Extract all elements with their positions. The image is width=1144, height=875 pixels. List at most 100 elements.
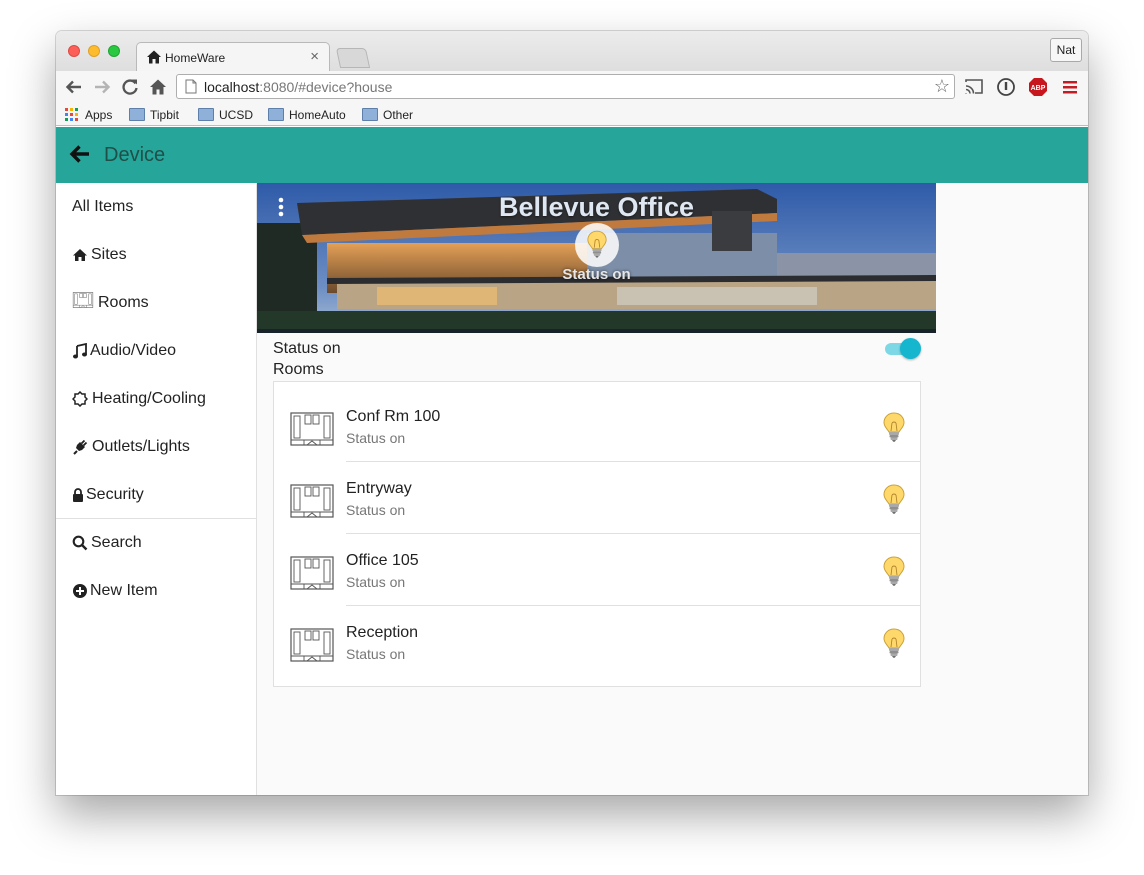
- browser-window: HomeWare × Nat localhost:8080/#device?ho…: [56, 31, 1088, 795]
- browser-title-bar: HomeWare × Nat: [56, 31, 1088, 72]
- tab-close-icon[interactable]: ×: [310, 48, 319, 65]
- light-bulb-icon: [586, 230, 608, 258]
- address-bar[interactable]: localhost:8080/#device?house ☆: [176, 74, 955, 99]
- hero-status: Status on: [562, 266, 631, 283]
- sidebar-item-heating-cooling[interactable]: Heating/Cooling: [56, 375, 256, 423]
- adblock-plus-icon[interactable]: ABP: [1028, 77, 1048, 97]
- sidebar: All Items Sites Rooms Audio/Video Heatin…: [56, 183, 257, 795]
- light-bulb-icon[interactable]: [882, 628, 906, 658]
- sidebar-item-label: Security: [86, 486, 144, 503]
- browser-tab[interactable]: HomeWare ×: [136, 42, 330, 72]
- hero-bulb-button[interactable]: [575, 223, 619, 267]
- search-icon: [72, 535, 88, 551]
- music-note-icon: [73, 343, 87, 359]
- sidebar-item-audio-video[interactable]: Audio/Video: [56, 327, 256, 375]
- floorplan-icon: [290, 556, 334, 590]
- list-item[interactable]: Entryway Status on: [274, 454, 920, 526]
- sidebar-item-label: Rooms: [98, 294, 149, 311]
- bookmark-star-icon[interactable]: ☆: [934, 76, 950, 97]
- toggle-thumb: [900, 338, 921, 359]
- folder-icon: [198, 108, 214, 121]
- light-bulb-icon[interactable]: [882, 412, 906, 442]
- list-item[interactable]: Conf Rm 100 Status on: [274, 382, 920, 454]
- plug-icon: [73, 439, 88, 455]
- bookmark-label: Apps: [85, 108, 113, 122]
- room-status: Status on: [346, 502, 406, 518]
- forward-arrow-icon[interactable]: [92, 77, 112, 97]
- room-name: Office 105: [346, 552, 419, 569]
- room-name: Entryway: [346, 480, 412, 497]
- minimize-window-button[interactable]: [88, 45, 100, 57]
- list-item[interactable]: Office 105 Status on: [274, 526, 920, 598]
- list-item[interactable]: Reception Status on: [274, 598, 920, 670]
- maximize-window-button[interactable]: [108, 45, 120, 57]
- floorplan-icon: [72, 292, 94, 308]
- back-arrow-icon[interactable]: [64, 77, 84, 97]
- sidebar-item-outlets-lights[interactable]: Outlets/Lights: [56, 423, 256, 471]
- folder-icon: [268, 108, 284, 121]
- menu-icon[interactable]: [1060, 77, 1080, 97]
- room-status: Status on: [346, 430, 406, 446]
- sidebar-item-all-items[interactable]: All Items: [56, 183, 256, 231]
- back-arrow-icon[interactable]: [68, 142, 92, 166]
- home-button-icon[interactable]: [148, 77, 168, 97]
- plus-circle-icon: [73, 584, 87, 598]
- sidebar-item-label: All Items: [72, 198, 134, 215]
- thermostat-icon: [72, 391, 88, 407]
- new-tab-button[interactable]: [335, 48, 371, 68]
- bookmark-label: HomeAuto: [289, 108, 346, 122]
- page-icon: [185, 79, 197, 94]
- sidebar-item-label: New Item: [90, 582, 158, 599]
- hero-image: Bellevue Office Status on: [257, 183, 936, 333]
- bookmark-label: Tipbit: [150, 108, 179, 122]
- url-text: localhost:8080/#device?house: [204, 79, 393, 95]
- room-status: Status on: [346, 646, 406, 662]
- apps-grid-icon: [65, 108, 78, 121]
- light-bulb-icon[interactable]: [882, 484, 906, 514]
- sidebar-item-security[interactable]: Security: [56, 471, 256, 519]
- sidebar-item-label: Outlets/Lights: [92, 438, 190, 455]
- room-name: Reception: [346, 624, 419, 641]
- app-header: Device: [56, 127, 1088, 183]
- close-window-button[interactable]: [68, 45, 80, 57]
- bookmarks-bar: Apps Tipbit UCSD HomeAuto Other: [56, 104, 1088, 126]
- sidebar-item-new-item[interactable]: New Item: [56, 567, 256, 615]
- bookmark-label: Other: [383, 108, 414, 122]
- bookmark-label: UCSD: [219, 108, 254, 122]
- rooms-heading: Rooms: [273, 361, 324, 378]
- home-icon: [73, 249, 87, 261]
- room-list: Conf Rm 100 Status on Entryway Status on…: [273, 381, 921, 687]
- info-extension-icon[interactable]: [996, 77, 1016, 97]
- sidebar-item-label: Sites: [91, 246, 127, 263]
- site-title: Bellevue Office: [498, 192, 695, 222]
- room-name: Conf Rm 100: [346, 408, 441, 425]
- sidebar-item-search[interactable]: Search: [56, 519, 256, 567]
- folder-icon: [362, 108, 378, 121]
- bookmark-tipbit[interactable]: Tipbit: [129, 107, 189, 123]
- bookmark-other[interactable]: Other: [362, 107, 422, 123]
- folder-icon: [129, 108, 145, 121]
- bookmark-apps[interactable]: Apps: [64, 107, 124, 123]
- sidebar-item-label: Heating/Cooling: [92, 390, 206, 407]
- bookmark-ucsd[interactable]: UCSD: [198, 107, 258, 123]
- bookmark-homeauto[interactable]: HomeAuto: [268, 107, 352, 123]
- tab-title: HomeWare: [165, 51, 226, 65]
- device-status-label: Status on: [273, 340, 341, 357]
- floorplan-icon: [290, 412, 334, 446]
- light-bulb-icon[interactable]: [882, 556, 906, 586]
- cast-icon[interactable]: [964, 77, 984, 97]
- sidebar-item-rooms[interactable]: Rooms: [56, 279, 256, 327]
- room-status: Status on: [346, 574, 406, 590]
- svg-text:ABP: ABP: [1031, 85, 1046, 92]
- browser-toolbar: localhost:8080/#device?house ☆ ABP: [56, 71, 1088, 104]
- floorplan-icon: [290, 484, 334, 518]
- floorplan-icon: [290, 628, 334, 662]
- reload-icon[interactable]: [120, 77, 140, 97]
- status-toggle[interactable]: [885, 338, 921, 360]
- home-icon: [147, 50, 161, 64]
- sidebar-item-sites[interactable]: Sites: [56, 231, 256, 279]
- sidebar-item-label: Audio/Video: [90, 342, 176, 359]
- main-content: Bellevue Office Status on Status on Room…: [257, 183, 1088, 795]
- page-title: Device: [104, 144, 166, 166]
- profile-button[interactable]: Nat: [1050, 38, 1082, 62]
